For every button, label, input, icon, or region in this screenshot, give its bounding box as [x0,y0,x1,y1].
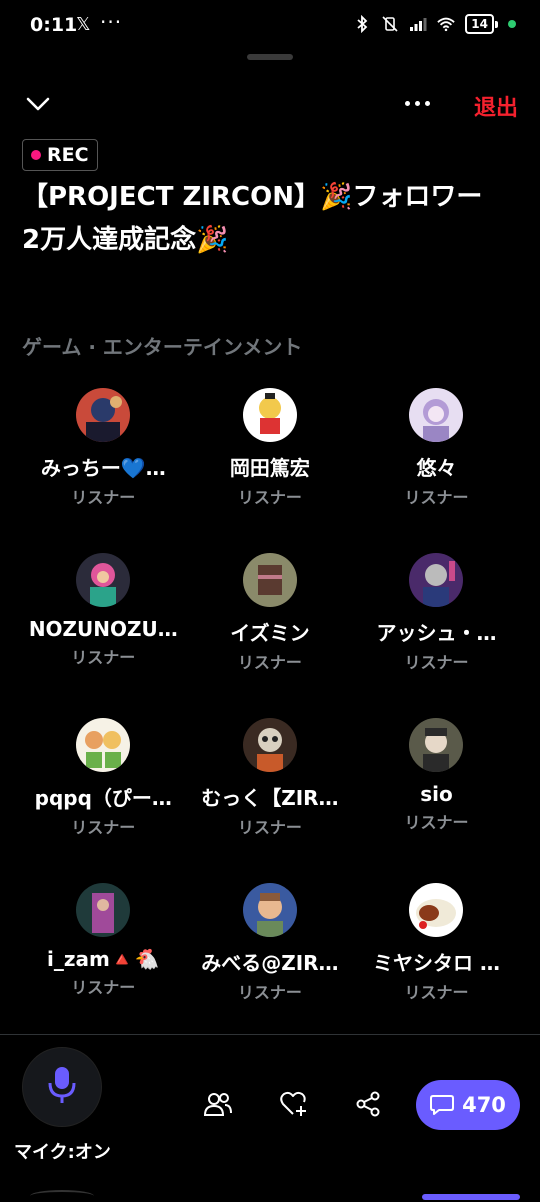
sheet-drag-handle[interactable] [247,54,293,60]
avatar[interactable] [76,388,131,442]
status-time: 0:11 [30,14,78,36]
participant-role: リスナー [71,488,136,507]
space-header: 退出 [0,84,540,128]
avatar[interactable] [242,553,297,607]
participant[interactable]: みっちー💙… リスナー [20,388,187,553]
participant-role: リスナー [71,648,136,667]
participant-name: むっく【ZIR… [201,786,339,810]
bluetooth-icon [353,15,371,33]
more-options-button[interactable] [400,88,434,118]
participant-name: pqpq（ぴー… [34,786,172,810]
participant[interactable]: i_zam🔺🐔 リスナー [20,883,187,1048]
participant-name: アッシュ・… [376,621,497,645]
participant-role: リスナー [237,488,302,507]
participant-name: NOZUNOZU… [28,617,178,641]
avatar[interactable] [409,718,464,772]
participant[interactable]: 岡田篤宏 リスナー [187,388,354,553]
participant[interactable]: pqpq（ぴー… リスナー [20,718,187,883]
participant-name: 悠々 [416,456,457,480]
chevron-down-icon[interactable] [24,90,52,118]
participant-role: リスナー [237,818,302,837]
react-button[interactable] [278,1088,310,1120]
avatar[interactable] [409,388,464,442]
bottom-accent-bar [422,1194,520,1200]
privacy-indicator-icon [508,20,516,28]
space-title: 【PROJECT ZIRCON】🎉フォロワー2万人達成記念🎉 [22,182,483,255]
avatar[interactable] [409,553,464,607]
microphone-icon [47,1065,77,1109]
battery-icon: 14 [465,14,498,34]
participant[interactable]: 悠々 リスナー [353,388,520,553]
participant-role: リスナー [404,488,469,507]
heart-plus-icon [280,1091,306,1116]
participant[interactable]: sio リスナー [353,718,520,883]
participant-role: リスナー [404,813,469,832]
avatar[interactable] [76,553,131,607]
participant-role: リスナー [71,978,136,997]
share-button[interactable] [352,1088,384,1120]
exit-button[interactable]: 退出 [474,90,518,122]
avatar[interactable] [242,388,297,442]
participant[interactable]: NOZUNOZU… リスナー [20,553,187,718]
rec-dot-icon [31,150,41,160]
status-bar: 0:11 𝕏 ··· 14 [0,0,540,50]
wifi-icon [437,15,455,33]
participant-name: i_zam🔺🐔 [46,947,160,971]
space-category: ゲーム · エンターテインメント [22,335,303,359]
x-logo-icon: 𝕏 [76,14,91,35]
people-icon [204,1093,232,1116]
comment-icon [430,1095,455,1115]
participant[interactable]: むっく【ZIR… リスナー [187,718,354,883]
comments-button[interactable]: 470 [416,1080,520,1130]
share-icon [356,1091,380,1117]
rec-label: REC [47,144,89,166]
divider [0,1034,540,1035]
signal-icon [409,15,427,33]
participant-role: リスナー [404,983,469,1002]
vibrate-off-icon [381,15,399,33]
bottom-decoration [30,1190,94,1202]
participant-role: リスナー [404,653,469,672]
participant-role: リスナー [237,983,302,1002]
people-button[interactable] [202,1088,234,1120]
avatar[interactable] [242,718,297,772]
participant-name: みっちー💙… [40,456,166,480]
participant-name: ミヤシタロ … [373,951,500,975]
participant[interactable]: ミヤシタロ … リスナー [353,883,520,1048]
avatar[interactable] [242,883,297,937]
avatar[interactable] [409,883,464,937]
participant-role: リスナー [71,818,136,837]
avatar[interactable] [76,883,131,937]
more-notifications-icon: ··· [100,10,123,34]
participant[interactable]: みべる@ZIR… リスナー [187,883,354,1048]
battery-level: 14 [465,14,494,34]
participant-name: sio [420,782,453,806]
participant-name: みべる@ZIR… [201,951,339,975]
mic-status-label: マイク:オン [14,1142,111,1163]
status-icons: 14 [353,14,516,34]
mic-button[interactable] [22,1047,102,1127]
participant-role: リスナー [237,653,302,672]
participant-name: 岡田篤宏 [229,456,310,480]
participant[interactable]: アッシュ・… リスナー [353,553,520,718]
participant-grid: みっちー💙… リスナー 岡田篤宏 リスナー 悠々 リスナー NOZUNOZU… … [20,388,520,1048]
participant-name: イズミン [230,621,310,645]
rec-badge: REC [22,139,98,171]
comment-count: 470 [462,1093,506,1117]
avatar[interactable] [76,718,131,772]
participant[interactable]: イズミン リスナー [187,553,354,718]
